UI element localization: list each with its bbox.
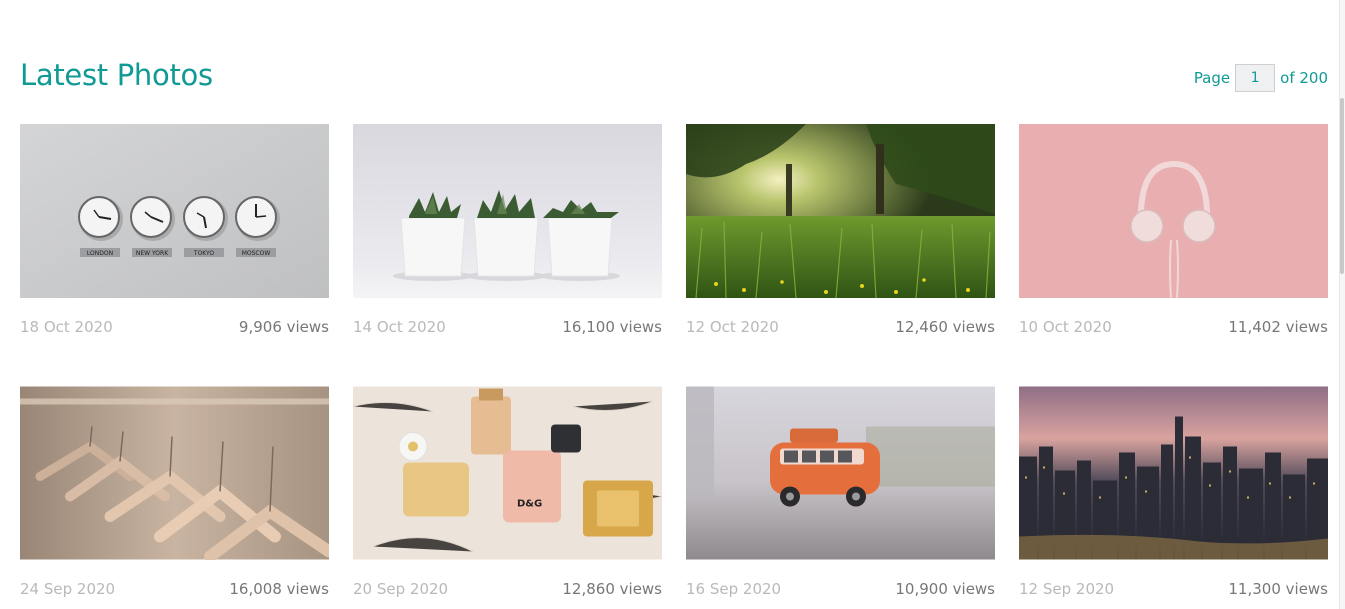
scrollbar-thumb[interactable] — [1340, 98, 1344, 274]
photo-date: 20 Sep 2020 — [353, 580, 449, 598]
photo-date: 18 Oct 2020 — [20, 318, 113, 336]
photo-card: 10 Oct 2020 11,402 views — [1019, 124, 1328, 343]
photo-meta: 16 Sep 2020 10,900 views — [686, 573, 995, 605]
pager-prefix: Page — [1193, 69, 1231, 87]
photo-views: 12,460 views — [895, 318, 995, 336]
pagination: Page of 200 — [1194, 64, 1328, 92]
photo-views: 10,900 views — [895, 580, 995, 598]
photo-card: 12 Oct 2020 12,460 views — [686, 124, 995, 343]
city-skyline-photo — [1019, 386, 1328, 560]
photo-meta: 18 Oct 2020 9,906 views — [20, 311, 329, 343]
photo-card: LONDON NEW YORK TOKYO MOSCOW 18 Oct 2020… — [20, 124, 329, 343]
photo-views: 16,100 views — [562, 318, 662, 336]
photo-thumbnail[interactable] — [353, 124, 662, 298]
photo-date: 24 Sep 2020 — [20, 580, 116, 598]
clock-label-tokyo: TOKYO — [193, 250, 214, 257]
photo-thumbnail[interactable] — [686, 386, 995, 560]
photo-thumbnail[interactable] — [1019, 124, 1328, 298]
photo-views: 12,860 views — [562, 580, 662, 598]
perfumes-photo: D&G — [353, 386, 662, 560]
meadow-photo — [686, 124, 995, 298]
clock-label-moscow: MOSCOW — [242, 250, 271, 257]
succulents-photo — [353, 124, 662, 298]
photo-meta: 24 Sep 2020 16,008 views — [20, 573, 329, 605]
photo-date: 16 Sep 2020 — [686, 580, 782, 598]
photo-thumbnail[interactable]: D&G — [353, 386, 662, 560]
photo-card: D&G 20 Sep 2020 12,860 views — [353, 386, 662, 605]
photo-date: 12 Oct 2020 — [686, 318, 779, 336]
page-number-input[interactable] — [1235, 64, 1276, 92]
photo-views: 11,300 views — [1228, 580, 1328, 598]
photo-date: 12 Sep 2020 — [1019, 580, 1115, 598]
photo-thumbnail[interactable]: LONDON NEW YORK TOKYO MOSCOW — [20, 124, 329, 298]
photo-thumbnail[interactable] — [1019, 386, 1328, 560]
clock-label-london: LONDON — [87, 250, 113, 257]
photo-card: 14 Oct 2020 16,100 views — [353, 124, 662, 343]
clocks-photo: LONDON NEW YORK TOKYO MOSCOW — [20, 124, 329, 298]
photo-card: 16 Sep 2020 10,900 views — [686, 386, 995, 605]
hangers-photo — [20, 386, 329, 560]
photo-views: 9,906 views — [238, 318, 329, 336]
photo-meta: 12 Sep 2020 11,300 views — [1019, 573, 1328, 605]
bottle-label: D&G — [517, 499, 542, 510]
toy-bus-photo — [686, 386, 995, 560]
photo-card: 12 Sep 2020 11,300 views — [1019, 386, 1328, 605]
page-header: Latest Photos Page of 200 — [20, 56, 1328, 96]
photo-meta: 10 Oct 2020 11,402 views — [1019, 311, 1328, 343]
photo-thumbnail[interactable] — [686, 124, 995, 298]
photo-card: 24 Sep 2020 16,008 views — [20, 386, 329, 605]
photo-thumbnail[interactable] — [20, 386, 329, 560]
photo-date: 10 Oct 2020 — [1019, 318, 1112, 336]
photo-meta: 14 Oct 2020 16,100 views — [353, 311, 662, 343]
pager-total: of 200 — [1280, 69, 1328, 87]
photo-meta: 12 Oct 2020 12,460 views — [686, 311, 995, 343]
scrollbar[interactable] — [1339, 0, 1345, 609]
headphones-photo — [1019, 124, 1328, 298]
photo-views: 16,008 views — [229, 580, 329, 598]
photo-views: 11,402 views — [1228, 318, 1328, 336]
photo-meta: 20 Sep 2020 12,860 views — [353, 573, 662, 605]
clock-label-new-york: NEW YORK — [136, 250, 169, 257]
photo-date: 14 Oct 2020 — [353, 318, 446, 336]
page-title: Latest Photos — [20, 58, 213, 92]
